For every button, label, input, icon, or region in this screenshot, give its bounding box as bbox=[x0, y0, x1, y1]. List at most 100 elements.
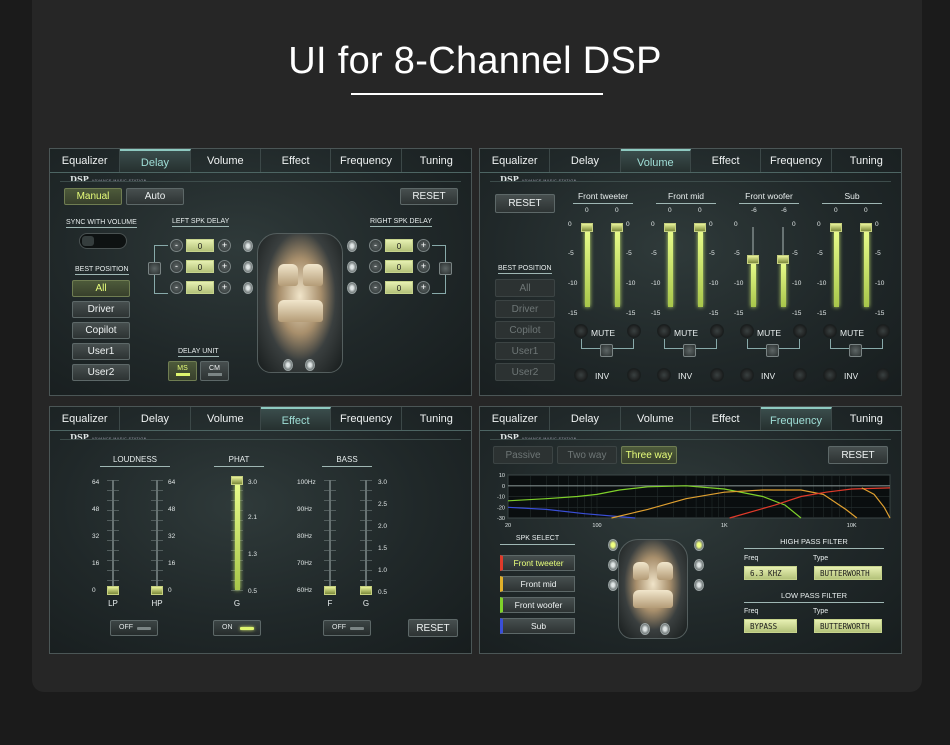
bass-gain-slider-knob[interactable] bbox=[360, 586, 372, 595]
tab-volume[interactable]: Volume bbox=[620, 149, 691, 172]
bass-toggle[interactable]: OFF bbox=[323, 620, 371, 636]
link-icon[interactable] bbox=[683, 344, 696, 357]
sync-volume-toggle[interactable] bbox=[79, 233, 127, 249]
reset-button[interactable]: RESET bbox=[828, 446, 888, 464]
inv-right-button[interactable] bbox=[627, 368, 641, 382]
link-icon[interactable] bbox=[766, 344, 779, 357]
right-delay-plus-3[interactable]: + bbox=[417, 281, 430, 294]
phat-toggle[interactable]: ON bbox=[213, 620, 261, 636]
spk-sub-button[interactable]: Sub bbox=[500, 618, 575, 634]
tab-frequency[interactable]: Frequency bbox=[761, 407, 832, 430]
link-icon[interactable] bbox=[600, 344, 613, 357]
tab-volume[interactable]: Volume bbox=[191, 407, 261, 430]
tab-equalizer[interactable]: Equalizer bbox=[50, 407, 121, 430]
three-way-button[interactable]: Three way bbox=[621, 446, 677, 464]
right-delay-plus-2[interactable]: + bbox=[417, 260, 430, 273]
manual-button[interactable]: Manual bbox=[64, 188, 122, 205]
spk-front-woofer-button[interactable]: Front woofer bbox=[500, 597, 575, 613]
tab-effect[interactable]: Effect bbox=[691, 149, 762, 172]
tab-volume[interactable]: Volume bbox=[621, 407, 691, 430]
mute-right-button[interactable] bbox=[627, 324, 641, 338]
right-delay-minus-1[interactable]: - bbox=[369, 239, 382, 252]
inv-left-button[interactable] bbox=[740, 368, 754, 382]
tab-frequency[interactable]: Frequency bbox=[331, 407, 402, 430]
left-delay-minus-2[interactable]: - bbox=[170, 260, 183, 273]
left-delay-minus-1[interactable]: - bbox=[170, 239, 183, 252]
tab-tuning[interactable]: Tuning bbox=[832, 407, 901, 430]
mute-left-button[interactable] bbox=[574, 324, 588, 338]
position-user2-button[interactable]: User2 bbox=[72, 364, 130, 381]
unit-ms-button[interactable]: MS bbox=[168, 361, 197, 381]
fader-knob[interactable] bbox=[694, 223, 706, 232]
unit-cm-button[interactable]: CM bbox=[200, 361, 229, 381]
spk-front-mid-button[interactable]: Front mid bbox=[500, 576, 575, 592]
left-delay-plus-1[interactable]: + bbox=[218, 239, 231, 252]
position-driver-button[interactable]: Driver bbox=[495, 300, 555, 318]
link-icon[interactable] bbox=[849, 344, 862, 357]
lp-slider-knob[interactable] bbox=[107, 586, 119, 595]
left-delay-minus-3[interactable]: - bbox=[170, 281, 183, 294]
tab-delay[interactable]: Delay bbox=[120, 149, 191, 172]
right-delay-minus-3[interactable]: - bbox=[369, 281, 382, 294]
inv-right-button[interactable] bbox=[876, 368, 890, 382]
right-link-icon[interactable] bbox=[439, 262, 452, 275]
mute-right-button[interactable] bbox=[793, 324, 807, 338]
tab-equalizer[interactable]: Equalizer bbox=[480, 149, 551, 172]
position-all-button[interactable]: All bbox=[72, 280, 130, 297]
position-user1-button[interactable]: User1 bbox=[72, 343, 130, 360]
tab-frequency[interactable]: Frequency bbox=[331, 149, 402, 172]
tab-tuning[interactable]: Tuning bbox=[402, 149, 471, 172]
position-user2-button[interactable]: User2 bbox=[495, 363, 555, 381]
tab-delay[interactable]: Delay bbox=[120, 407, 191, 430]
phat-slider-knob[interactable] bbox=[231, 476, 243, 485]
mute-right-button[interactable] bbox=[876, 324, 890, 338]
tab-tuning[interactable]: Tuning bbox=[832, 149, 901, 172]
auto-button[interactable]: Auto bbox=[126, 188, 184, 205]
mute-left-button[interactable] bbox=[740, 324, 754, 338]
mute-left-button[interactable] bbox=[823, 324, 837, 338]
hpf-freq-display[interactable]: 6.3 KHZ bbox=[744, 566, 797, 580]
fader-knob[interactable] bbox=[747, 255, 759, 264]
tab-equalizer[interactable]: Equalizer bbox=[50, 149, 121, 172]
position-user1-button[interactable]: User1 bbox=[495, 342, 555, 360]
tab-frequency[interactable]: Frequency bbox=[761, 149, 832, 172]
left-link-icon[interactable] bbox=[148, 262, 161, 275]
mute-right-button[interactable] bbox=[710, 324, 724, 338]
inv-left-button[interactable] bbox=[657, 368, 671, 382]
two-way-button[interactable]: Two way bbox=[557, 446, 617, 464]
lpf-type-display[interactable]: BUTTERWORTH bbox=[814, 619, 882, 633]
loudness-toggle[interactable]: OFF bbox=[110, 620, 158, 636]
fader-knob[interactable] bbox=[664, 223, 676, 232]
tab-volume[interactable]: Volume bbox=[191, 149, 261, 172]
inv-right-button[interactable] bbox=[710, 368, 724, 382]
passive-button[interactable]: Passive bbox=[493, 446, 553, 464]
position-copilot-button[interactable]: Copilot bbox=[495, 321, 555, 339]
position-all-button[interactable]: All bbox=[495, 279, 555, 297]
inv-left-button[interactable] bbox=[823, 368, 837, 382]
position-driver-button[interactable]: Driver bbox=[72, 301, 130, 318]
tab-tuning[interactable]: Tuning bbox=[402, 407, 471, 430]
reset-button[interactable]: RESET bbox=[495, 194, 555, 213]
hpf-type-display[interactable]: BUTTERWORTH bbox=[814, 566, 882, 580]
mute-left-button[interactable] bbox=[657, 324, 671, 338]
tab-delay[interactable]: Delay bbox=[550, 407, 621, 430]
bass-freq-slider-knob[interactable] bbox=[324, 586, 336, 595]
left-delay-plus-3[interactable]: + bbox=[218, 281, 231, 294]
fader-knob[interactable] bbox=[777, 255, 789, 264]
reset-button[interactable]: RESET bbox=[408, 619, 458, 637]
spk-front-tweeter-button[interactable]: Front tweeter bbox=[500, 555, 575, 571]
tab-equalizer[interactable]: Equalizer bbox=[480, 407, 551, 430]
lpf-freq-display[interactable]: BYPASS bbox=[744, 619, 797, 633]
inv-right-button[interactable] bbox=[793, 368, 807, 382]
reset-button[interactable]: RESET bbox=[400, 188, 458, 205]
fader-knob[interactable] bbox=[611, 223, 623, 232]
fader-knob[interactable] bbox=[581, 223, 593, 232]
position-copilot-button[interactable]: Copilot bbox=[72, 322, 130, 339]
tab-effect[interactable]: Effect bbox=[261, 149, 332, 172]
left-delay-plus-2[interactable]: + bbox=[218, 260, 231, 273]
fader-knob[interactable] bbox=[860, 223, 872, 232]
fader-knob[interactable] bbox=[830, 223, 842, 232]
right-delay-minus-2[interactable]: - bbox=[369, 260, 382, 273]
inv-left-button[interactable] bbox=[574, 368, 588, 382]
right-delay-plus-1[interactable]: + bbox=[417, 239, 430, 252]
